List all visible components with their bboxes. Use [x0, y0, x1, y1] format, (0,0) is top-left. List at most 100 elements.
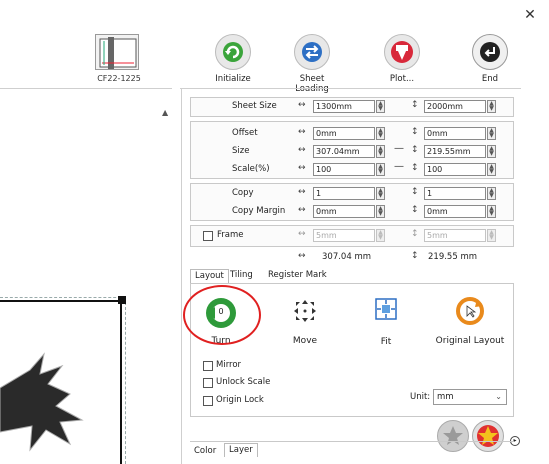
vertical-arrow-icon: ↕ — [411, 205, 419, 215]
size-x-spinner[interactable]: ▲ ▼ — [376, 145, 385, 158]
vertical-arrow-icon: ↕ — [411, 229, 419, 239]
unlock-scale-label: Unlock Scale — [216, 377, 271, 387]
original-layout-label: Original Layout — [435, 336, 505, 346]
device-icon[interactable] — [95, 34, 139, 70]
fish-shape[interactable] — [0, 340, 120, 464]
vertical-arrow-icon: ↕ — [411, 251, 419, 261]
total-width-value: 307.04 mm — [322, 252, 372, 262]
offset-x-input[interactable]: 0mm — [313, 127, 375, 140]
sheet-width-input[interactable]: 1300mm — [313, 100, 375, 113]
total-height-value: 219.55 mm — [428, 252, 478, 262]
mirror-label: Mirror — [216, 360, 242, 370]
vertical-arrow-icon: ↕ — [411, 145, 419, 155]
copy-x-spinner[interactable]: ▲ ▼ — [376, 187, 385, 200]
initialize-button[interactable]: Initialize — [203, 34, 263, 96]
copy-margin-x-input[interactable]: 0mm — [313, 205, 375, 218]
close-button[interactable]: ✕ — [521, 6, 539, 24]
scale-y-input[interactable]: 100 — [424, 163, 486, 176]
sheet-height-input[interactable]: 2000mm — [424, 100, 486, 113]
initialize-label: Initialize — [215, 74, 251, 84]
end-button[interactable]: End — [460, 34, 520, 96]
sheet-width-spinner[interactable]: ▲ ▼ — [376, 100, 385, 113]
copy-margin-y-spinner[interactable]: ▲ ▼ — [487, 205, 496, 218]
frame-y-input[interactable]: 5mm — [424, 229, 486, 242]
scale-x-input[interactable]: 100 — [313, 163, 375, 176]
offset-y-spinner[interactable]: ▲ ▼ — [487, 127, 496, 140]
frame-label: Frame — [217, 230, 244, 240]
copy-y-input[interactable]: 1 — [424, 187, 486, 200]
horizontal-arrow-icon: ↔ — [298, 187, 306, 197]
original-layout-icon — [456, 297, 484, 325]
device-label: CF22-1225 — [97, 74, 141, 83]
vertical-arrow-icon: ↕ — [411, 100, 419, 110]
copy-margin-x-spinner[interactable]: ▲ ▼ — [376, 205, 385, 218]
corner-handle[interactable] — [118, 296, 126, 304]
size-x-input[interactable]: 307.04mm — [313, 145, 375, 158]
frame-x-input[interactable]: 5mm — [313, 229, 375, 242]
move-arrows-icon — [294, 300, 316, 322]
plot-button[interactable]: Plot... — [372, 34, 432, 96]
offset-y-input[interactable]: 0mm — [424, 127, 486, 140]
copy-label: Copy — [232, 188, 254, 198]
return-arrow-icon — [472, 34, 508, 70]
chevron-down-icon: ⌄ — [495, 392, 502, 401]
scroll-up-icon[interactable]: ▲ — [162, 108, 168, 117]
offset-x-spinner[interactable]: ▲ ▼ — [376, 127, 385, 140]
fit-label: Fit — [380, 337, 392, 347]
sheet-height-spinner[interactable]: ▲ ▼ — [487, 100, 496, 113]
offset-label: Offset — [232, 128, 258, 138]
sheet-loading-button[interactable]: Sheet Loading — [282, 34, 342, 96]
sheet-size-label: Sheet Size — [232, 101, 277, 111]
horizontal-arrow-icon: ↔ — [298, 229, 306, 239]
scale-x-spinner[interactable]: ▲ ▼ — [376, 163, 385, 176]
horizontal-arrow-icon: ↔ — [298, 100, 306, 110]
unit-select[interactable]: mm ⌄ — [433, 389, 507, 405]
fit-icon — [375, 298, 397, 320]
scale-y-spinner[interactable]: ▲ ▼ — [487, 163, 496, 176]
mirror-checkbox[interactable] — [203, 361, 213, 371]
link-dash-icon: — — [394, 161, 404, 172]
tab-layout[interactable]: Layout — [190, 269, 229, 283]
plotter-pen-icon — [384, 34, 420, 70]
divider — [0, 88, 172, 89]
size-label: Size — [232, 146, 250, 156]
move-button[interactable] — [280, 296, 330, 326]
horizontal-arrow-icon: ↔ — [298, 251, 306, 261]
frame-y-spinner[interactable]: ▲ ▼ — [487, 229, 496, 242]
tab-register-mark[interactable]: Register Mark — [264, 269, 331, 283]
horizontal-arrow-icon: ↔ — [298, 163, 306, 173]
vertical-arrow-icon: ↕ — [411, 163, 419, 173]
copy-y-spinner[interactable]: ▲ ▼ — [487, 187, 496, 200]
origin-lock-label: Origin Lock — [216, 395, 264, 405]
origin-lock-checkbox[interactable] — [203, 396, 213, 406]
tab-tiling[interactable]: Tiling — [226, 269, 257, 283]
tab-layer[interactable]: Layer — [224, 443, 258, 457]
link-dash-icon: — — [394, 143, 404, 154]
original-layout-button[interactable] — [432, 296, 508, 326]
divider — [181, 89, 182, 464]
vertical-arrow-icon: ↕ — [411, 127, 419, 137]
frame-checkbox[interactable] — [203, 231, 213, 241]
copy-x-input[interactable]: 1 — [313, 187, 375, 200]
highlight-circle — [183, 285, 261, 345]
unit-label: Unit: — [410, 392, 431, 402]
horizontal-arrow-icon: ↔ — [298, 145, 306, 155]
horizontal-arrow-icon: ↔ — [298, 127, 306, 137]
fit-button[interactable] — [366, 296, 406, 322]
move-label: Move — [292, 336, 318, 346]
sheet-loading-label: Sheet Loading — [295, 74, 329, 94]
frame-x-spinner[interactable]: ▲ ▼ — [376, 229, 385, 242]
swap-arrows-icon — [294, 34, 330, 70]
unlock-scale-checkbox[interactable] — [203, 378, 213, 388]
scale-label: Scale(%) — [232, 164, 270, 174]
copy-margin-y-input[interactable]: 0mm — [424, 205, 486, 218]
end-label: End — [481, 74, 499, 84]
tab-color[interactable]: Color — [190, 445, 220, 459]
size-y-input[interactable]: 219.55mm — [424, 145, 486, 158]
copy-margin-label: Copy Margin — [232, 206, 286, 216]
vertical-arrow-icon: ↕ — [411, 187, 419, 197]
size-y-spinner[interactable]: ▲ ▼ — [487, 145, 496, 158]
unit-value: mm — [437, 392, 454, 402]
divider — [180, 88, 521, 89]
plot-label: Plot... — [389, 74, 415, 84]
